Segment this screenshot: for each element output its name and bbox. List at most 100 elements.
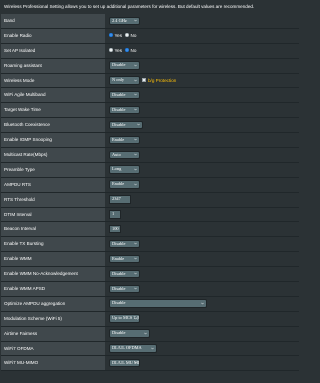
modulation-scheme-wifi-5-select[interactable]: Up to MCS 7 (802.11n)	[109, 314, 140, 323]
page-description: Wireless Professional Setting allows you…	[4, 4, 255, 9]
enable-igmp-snooping-select[interactable]: Enable	[109, 135, 140, 145]
setting-value-cell: Disable	[106, 267, 299, 281]
radio-option-label: No	[130, 47, 137, 53]
setting-row-enable-wmm-apsd: Enable WMM APSD Disable	[1, 282, 299, 297]
setting-row-bluetooth-coexistence: Bluetooth Coexistence Disable	[1, 118, 299, 134]
enable-tx-bursting-select[interactable]: Disable	[109, 239, 140, 249]
setting-label: Enable WMM APSD	[1, 282, 105, 296]
chevron-down-icon	[134, 168, 137, 171]
select-value: Disable	[112, 300, 126, 306]
setting-value-cell: Disable	[106, 237, 299, 251]
setting-label: WiFi7 MU-MIMO	[1, 356, 105, 371]
radio-option-yes[interactable]: Yes	[109, 44, 122, 58]
bg-protection-checkbox[interactable]	[142, 78, 146, 83]
setting-value-cell: Long	[106, 163, 299, 177]
chevron-down-icon	[201, 302, 204, 305]
setting-label: WiFi Agile Multiband	[1, 88, 105, 103]
wifi7-mu-mimo-select[interactable]: DL/UL MU MIMO	[109, 358, 140, 368]
setting-row-wifi7-mu-mimo: WiFi7 MU-MIMO DL/UL MU MIMO	[1, 356, 299, 372]
select-value: Disable	[112, 330, 126, 336]
chevron-down-icon	[134, 79, 137, 82]
chevron-down-icon	[134, 64, 137, 67]
beacon-interval-input[interactable]: 100	[109, 224, 121, 234]
setting-label: RTS Threshold	[1, 192, 105, 207]
select-value: Disable	[112, 91, 126, 97]
setting-label: Enable WMM	[1, 252, 105, 267]
setting-row-airtime-fairness: Airtime Fairness Disable	[1, 326, 299, 342]
select-value: 2.4 GHz	[112, 17, 127, 23]
setting-value-cell: DL/UL MU MIMO	[106, 356, 299, 370]
setting-row-band: Band 2.4 GHz	[1, 14, 299, 29]
chevron-down-icon	[134, 109, 137, 111]
airtime-fairness-select[interactable]: Disable	[109, 329, 150, 338]
setting-label: Enable TX Bursting	[1, 237, 105, 252]
radio-option-label: No	[130, 32, 137, 38]
select-value: Disable	[112, 106, 126, 112]
wifi7-ofdma-select[interactable]: DL/UL OFDMA	[109, 344, 157, 353]
bluetooth-coexistence-select[interactable]: Disable	[109, 120, 143, 130]
wireless-mode-select[interactable]: N only	[109, 76, 140, 85]
chevron-down-icon	[134, 94, 137, 96]
select-value: Disable	[112, 240, 126, 246]
chevron-down-icon	[134, 153, 137, 156]
setting-label: Roaming assistant	[1, 58, 105, 73]
setting-value-cell: Disable	[106, 282, 299, 296]
target-wake-time-select[interactable]: Disable	[109, 105, 140, 115]
dtim-interval-input[interactable]: 1	[109, 210, 121, 219]
setting-row-beacon-interval: Beacon Interval 100	[1, 222, 299, 238]
rts-threshold-input[interactable]: 2347	[109, 195, 131, 204]
ampdu-rts-select[interactable]: Enable	[109, 180, 140, 189]
setting-row-wifi7-ofdma: WiFi7 OFDMA DL/UL OFDMA	[1, 341, 299, 357]
enable-wmm-select[interactable]: Enable	[109, 254, 140, 264]
setting-value-cell: Enable	[106, 178, 299, 192]
optimize-ampdu-aggregation-select[interactable]: Disable	[109, 299, 207, 308]
setting-label: Wireless Mode	[1, 73, 105, 88]
setting-value-cell: 2.4 GHz	[106, 14, 299, 28]
select-value: N only	[112, 77, 125, 83]
band-select[interactable]: 2.4 GHz	[109, 16, 140, 25]
setting-row-enable-wmm-no-acknowledgement: Enable WMM No-Acknowledgement Disable	[1, 267, 299, 283]
wifi-agile-multiband-select[interactable]: Disable	[109, 90, 140, 100]
enable-wmm-no-acknowledgement-select[interactable]: Disable	[109, 269, 140, 279]
setting-row-optimize-ampdu-aggregation: Optimize AMPDU aggregation Disable	[1, 296, 299, 312]
radio-option-no[interactable]: No	[125, 44, 136, 58]
radio-unchecked-icon[interactable]	[125, 33, 129, 38]
radio-checked-icon[interactable]	[125, 48, 129, 53]
enable-wmm-apsd-select[interactable]: Disable	[109, 284, 140, 294]
setting-row-ampdu-rts: AMPDU RTS Enable	[1, 177, 299, 193]
radio-checked-icon[interactable]	[109, 33, 113, 38]
radio-option-yes[interactable]: Yes	[109, 29, 122, 43]
setting-value-cell: Auto	[106, 148, 299, 162]
radio-option-no[interactable]: No	[125, 29, 136, 43]
chevron-down-icon	[134, 272, 137, 275]
setting-row-enable-radio: Enable Radio Yes No	[1, 28, 299, 44]
setting-value-cell: Disable	[106, 103, 299, 117]
wireless-professional-page: Wireless Professional Setting allows you…	[0, 0, 300, 383]
setting-value-cell: Disable	[106, 59, 299, 73]
setting-label: Airtime Fairness	[1, 326, 105, 341]
setting-row-preamble-type: Preamble Type Long	[1, 162, 299, 178]
setting-value-cell: 2347	[106, 193, 299, 207]
select-value: Enable	[112, 255, 125, 261]
setting-value-cell: Yes No	[106, 29, 299, 43]
select-value: Disable	[112, 121, 126, 127]
setting-row-wireless-mode: Wireless Mode N only b/g Protection	[1, 73, 299, 89]
radio-unchecked-icon[interactable]	[109, 48, 113, 53]
preamble-type-select[interactable]: Long	[109, 165, 140, 174]
setting-value-cell: 1	[106, 208, 299, 222]
chevron-down-icon	[151, 347, 154, 350]
select-value: Enable	[112, 136, 125, 142]
setting-value-cell: DL/UL OFDMA	[106, 342, 299, 356]
settings-table: Band 2.4 GHz Enable Radio Yes No Set AP Isola…	[1, 14, 299, 372]
setting-row-target-wake-time: Target Wake Time Disable	[1, 103, 299, 119]
roaming-assistant-select[interactable]: Disable	[109, 61, 140, 70]
multicast-rate-mbps-select[interactable]: Auto	[109, 150, 140, 160]
chevron-down-icon	[134, 243, 137, 245]
select-value: Enable	[112, 181, 125, 187]
setting-label: Target Wake Time	[1, 103, 105, 118]
setting-value-cell: Disable	[106, 327, 299, 341]
select-value: Disable	[112, 62, 126, 68]
setting-row-enable-wmm: Enable WMM Enable	[1, 252, 299, 268]
select-value: Disable	[112, 285, 126, 291]
setting-row-enable-tx-bursting: Enable TX Bursting Disable	[1, 237, 299, 253]
